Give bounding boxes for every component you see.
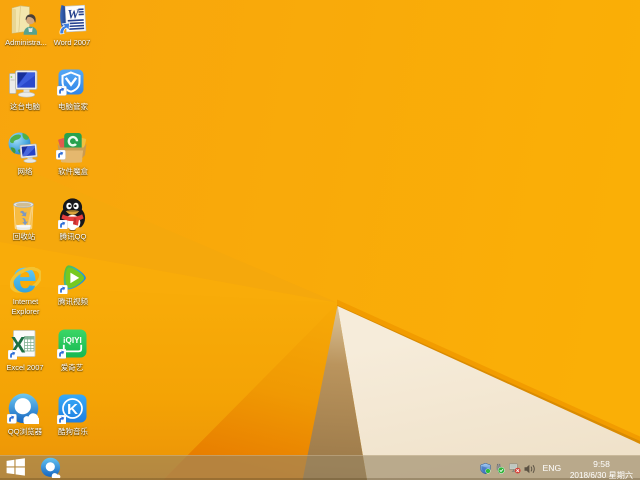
svg-text:K: K xyxy=(67,401,78,418)
svg-text:iQIYI: iQIYI xyxy=(63,336,82,345)
